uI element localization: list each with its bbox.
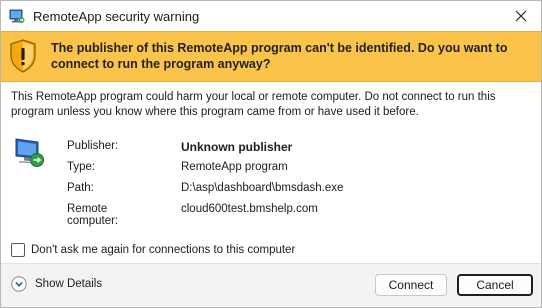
path-label: Path: [67, 182, 94, 194]
dont-ask-again-checkbox[interactable] [11, 243, 25, 257]
cancel-button[interactable]: Cancel [457, 274, 533, 296]
publisher-label: Publisher: [67, 140, 119, 152]
remoteapp-icon [9, 9, 25, 23]
title-bar: RemoteApp security warning [1, 1, 541, 31]
warning-message: The publisher of this RemoteApp program … [51, 41, 508, 71]
dont-ask-again-label[interactable]: Don't ask me again for connections to th… [31, 244, 295, 256]
remote-computer-icon [15, 138, 44, 167]
publisher-value: Unknown publisher [181, 140, 293, 154]
close-button[interactable] [501, 1, 541, 31]
close-icon [515, 10, 527, 22]
warning-banner: The publisher of this RemoteApp program … [1, 31, 541, 82]
connect-button[interactable]: Connect [375, 274, 447, 296]
path-value: D:\asp\dashboard\bmsdash.exe [181, 182, 344, 194]
type-value: RemoteApp program [181, 161, 288, 173]
dont-ask-again-option[interactable]: Don't ask me again for connections to th… [11, 243, 295, 257]
warning-description: This RemoteApp program could harm your l… [11, 91, 496, 118]
window-title: RemoteApp security warning [33, 9, 200, 24]
remoteapp-security-dialog: RemoteApp security warning The publisher… [0, 0, 542, 308]
remote-computer-label: Remote computer: [67, 203, 119, 227]
show-details-toggle[interactable]: Show Details [11, 276, 102, 292]
chevron-down-circle-icon[interactable] [11, 276, 27, 292]
show-details-label[interactable]: Show Details [35, 278, 102, 290]
type-label: Type: [67, 161, 96, 173]
dialog-footer: Show Details Connect Cancel [1, 263, 541, 307]
remote-computer-value: cloud600test.bmshelp.com [181, 203, 318, 215]
shield-warning-icon [10, 39, 36, 73]
